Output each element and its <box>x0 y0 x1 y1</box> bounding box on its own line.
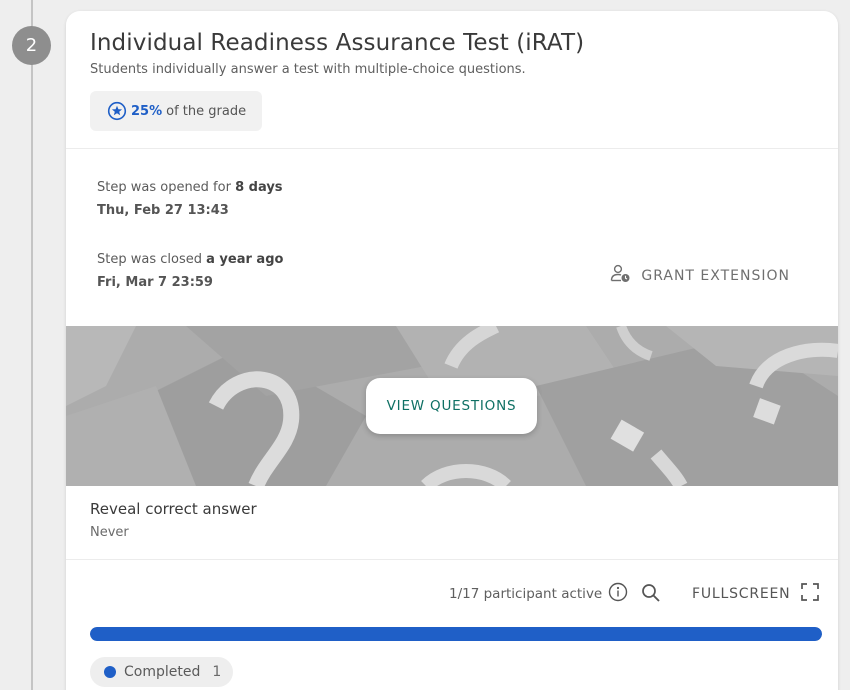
grade-suffix: of the grade <box>166 103 247 119</box>
search-icon <box>641 583 661 607</box>
step-subtitle: Students individually answer a test with… <box>90 62 526 77</box>
step-number-badge: 2 <box>12 26 51 65</box>
step-card: Individual Readiness Assurance Test (iRA… <box>66 11 838 690</box>
closed-date: Fri, Mar 7 23:59 <box>97 275 213 290</box>
person-clock-icon <box>610 264 631 287</box>
step-dates: Step was opened for 8 days Thu, Feb 27 1… <box>66 149 838 326</box>
step-title: Individual Readiness Assurance Test (iRA… <box>90 30 585 56</box>
reveal-answer-section: Reveal correct answer Never <box>66 486 838 560</box>
grade-percent: 25% <box>131 103 163 119</box>
reveal-answer-value: Never <box>90 525 129 540</box>
grant-extension-label: GRANT EXTENSION <box>641 267 790 284</box>
timeline-line <box>31 0 33 690</box>
questions-banner: VIEW QUESTIONS <box>66 326 838 486</box>
opened-prefix: Step was opened for <box>97 180 231 195</box>
completion-progress-fill <box>90 627 822 641</box>
view-questions-button[interactable]: VIEW QUESTIONS <box>366 378 537 434</box>
closed-info: Step was closed a year ago Fri, Mar 7 23… <box>97 251 283 290</box>
star-circle-icon <box>107 101 127 121</box>
completed-legend-count: 1 <box>212 664 222 680</box>
opened-duration: 8 days <box>235 180 283 195</box>
search-button[interactable] <box>641 583 661 607</box>
closed-duration: a year ago <box>206 252 284 267</box>
participation-toolbar: 1/17 participant active FULLSCREEN <box>66 560 838 624</box>
info-icon[interactable] <box>608 582 628 606</box>
completion-progress-bar <box>90 627 822 641</box>
fullscreen-icon <box>800 582 820 606</box>
completed-legend-dot <box>104 666 116 678</box>
opened-info: Step was opened for 8 days Thu, Feb 27 1… <box>97 179 283 218</box>
participants-count: 1/17 participant active <box>449 586 603 602</box>
opened-date: Thu, Feb 27 13:43 <box>97 203 229 218</box>
reveal-answer-title: Reveal correct answer <box>90 500 257 518</box>
closed-prefix: Step was closed <box>97 252 202 267</box>
step-header: Individual Readiness Assurance Test (iRA… <box>66 11 838 149</box>
grade-weight-chip: 25% of the grade <box>90 91 263 131</box>
completed-legend-chip: Completed 1 <box>90 657 234 687</box>
participants-status: 1/17 participant active <box>449 582 628 606</box>
fullscreen-button[interactable]: FULLSCREEN <box>692 582 820 606</box>
completed-legend-label: Completed <box>124 664 201 680</box>
fullscreen-label: FULLSCREEN <box>692 586 791 602</box>
grant-extension-button[interactable]: GRANT EXTENSION <box>610 264 790 287</box>
